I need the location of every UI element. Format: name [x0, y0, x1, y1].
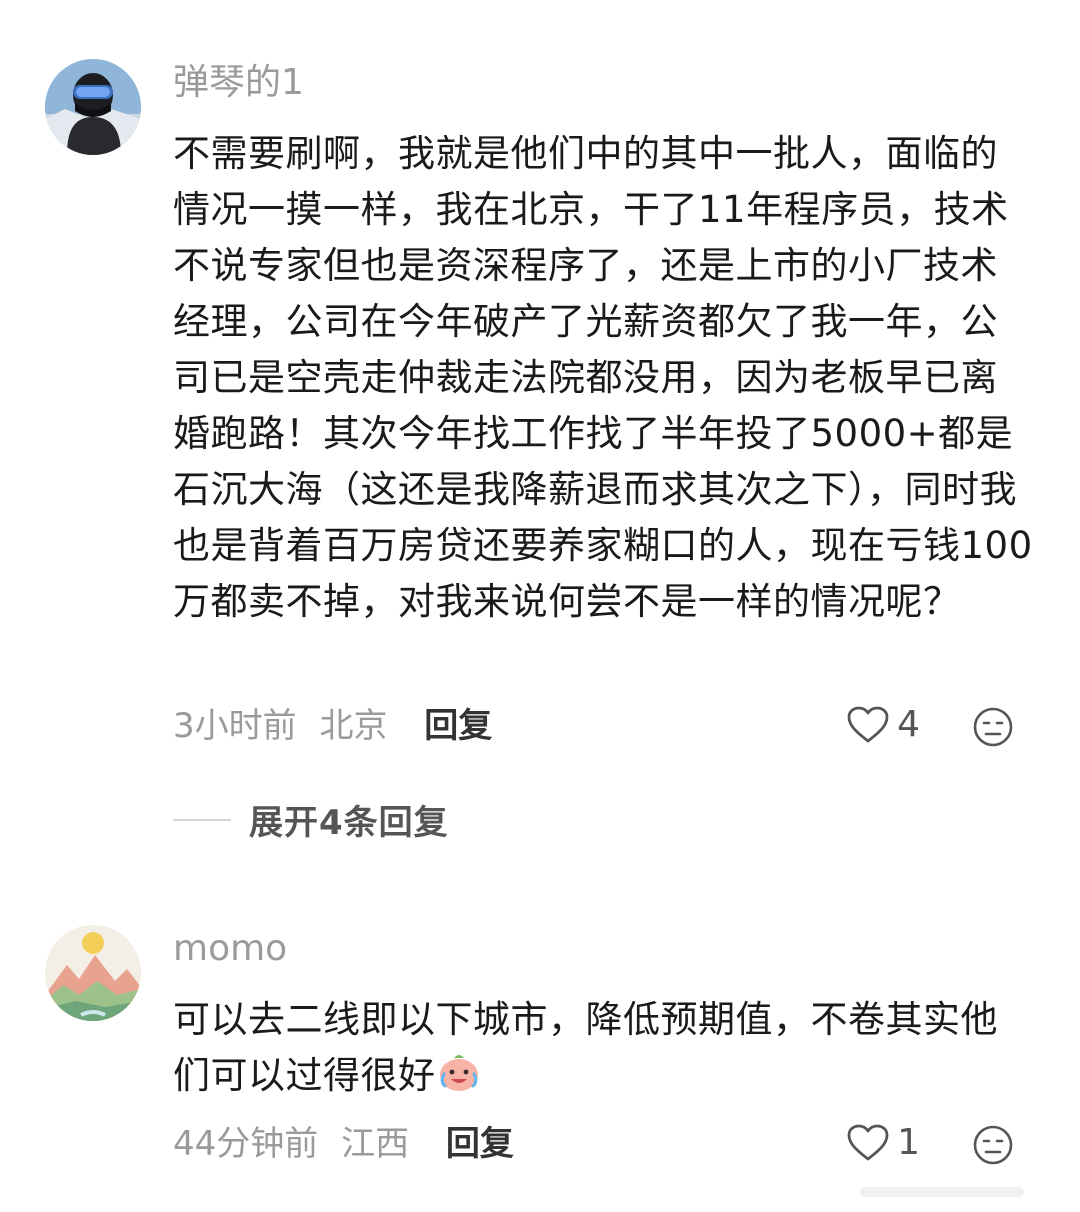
- reply-button[interactable]: 回复: [446, 1124, 514, 1164]
- home-indicator: [860, 1187, 1024, 1197]
- reply-button[interactable]: 回复: [424, 706, 492, 746]
- comment-time: 44分钟前: [173, 1124, 319, 1164]
- like-button[interactable]: 4: [847, 704, 920, 745]
- heart-icon: [847, 1124, 889, 1160]
- like-button[interactable]: 1: [847, 1122, 920, 1163]
- username[interactable]: 弹琴的1: [173, 61, 304, 105]
- neutral-face-icon: [973, 1125, 1013, 1165]
- emoji-reaction-button[interactable]: [972, 706, 1014, 748]
- neutral-face-icon: [973, 707, 1013, 747]
- like-count: 1: [897, 1122, 920, 1163]
- mountain-sun-avatar-icon: [45, 925, 141, 1021]
- expand-replies-button[interactable]: 展开4条回复: [173, 795, 449, 844]
- comment-location: 江西: [341, 1124, 410, 1164]
- crying-laughing-peach-emoji-icon: [439, 1055, 478, 1091]
- heart-icon: [847, 706, 889, 742]
- like-count: 4: [897, 704, 920, 745]
- comment-text: 可以去二线即以下城市，降低预期值，不卷其实他们可以过得很好: [173, 992, 1035, 1104]
- comment-meta: 44分钟前 江西 回复: [173, 1122, 526, 1166]
- comment-text-body: 可以去二线即以下城市，降低预期值，不卷其实他们可以过得很好: [173, 998, 998, 1097]
- comment-location: 北京: [319, 706, 388, 746]
- username[interactable]: momo: [173, 927, 287, 971]
- expand-replies-label: 展开4条回复: [249, 803, 449, 843]
- comment-time: 3小时前: [173, 706, 297, 746]
- user-avatar[interactable]: [45, 925, 141, 1021]
- user-avatar[interactable]: [45, 59, 141, 155]
- comment-meta: 3小时前 北京 回复: [173, 704, 504, 748]
- skier-avatar-icon: [45, 59, 141, 155]
- comment-text: 不需要刷啊，我就是他们中的其中一批人，面临的情况一摸一样，我在北京，干了11年程…: [173, 132, 1033, 623]
- emoji-reaction-button[interactable]: [972, 1124, 1014, 1166]
- divider-line: [173, 818, 231, 821]
